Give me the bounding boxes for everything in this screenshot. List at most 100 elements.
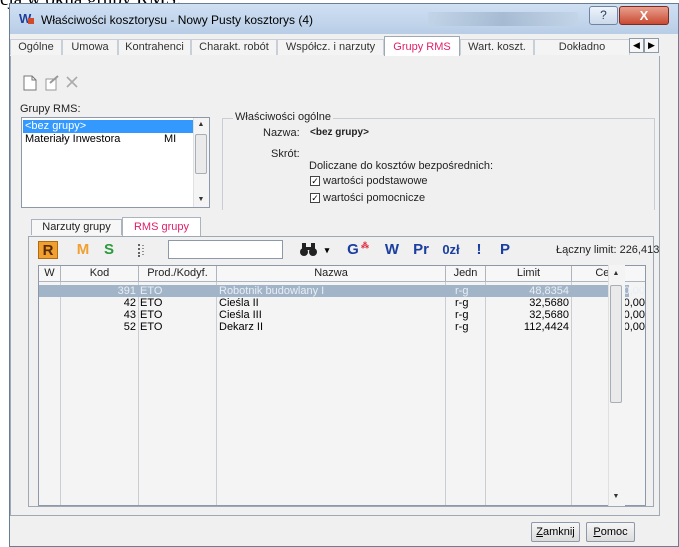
groups-scrollbar[interactable]: ▲ ▼ (193, 118, 209, 207)
scroll-down-icon[interactable]: ▼ (609, 490, 623, 504)
name-value: <bez grupy> (310, 127, 369, 138)
groups-list[interactable]: <bez grupy> Materiały Inwestora MI ▲ ▼ (21, 117, 210, 208)
background-window-blur (428, 12, 578, 26)
checkbox-label-pomocnicze: wartości pomocnicze (323, 192, 426, 204)
checkbox-wartosci-podstawowe[interactable]: ✓ (310, 176, 320, 186)
scroll-down-icon[interactable]: ▼ (194, 193, 208, 207)
tab-scroll-right-icon[interactable]: ▶ (644, 38, 659, 53)
tab-narzuty-grupy[interactable]: Narzuty grupy (31, 219, 122, 235)
sort-list-icon[interactable] (135, 242, 151, 258)
cell-kod: 42 (123, 297, 136, 309)
group-item-bez-grupy[interactable]: <bez grupy> (23, 120, 194, 133)
checkbox-wartosci-pomocnicze[interactable]: ✓ (310, 193, 320, 203)
tab-charakt-robot[interactable]: Charakt. robót (191, 39, 277, 55)
tab-ogolne[interactable]: Ogólne (10, 39, 62, 55)
window-title: Właściwości kosztorysu - Nowy Pusty kosz… (41, 13, 314, 27)
cell-limit: 112,4424 (523, 321, 569, 333)
cell-prod: ETO (140, 309, 163, 321)
cell-cena: 0,00 (623, 285, 645, 297)
search-input[interactable] (168, 240, 283, 259)
tab-rms-grupy[interactable]: RMS grupy (122, 217, 201, 236)
group-item-name: Materiały Inwestora (25, 133, 121, 145)
cell-nazwa: Cieśla II (219, 297, 259, 309)
table-row[interactable]: 52 ETO Dekarz II r-g 112,4424 0,00 (39, 321, 645, 333)
group-item-materialy-inwestora[interactable]: Materiały Inwestora MI (23, 133, 194, 146)
general-properties-legend: Właściwości ogólne (233, 111, 333, 123)
cell-jedn: r-g (455, 297, 469, 309)
cell-nazwa: Robotnik budowlany I (219, 285, 325, 297)
cell-nazwa: Cieśla III (219, 309, 262, 321)
cell-cena: 0,00 (623, 321, 645, 333)
table-row[interactable]: 391 ETO Robotnik budowlany I r-g 48,8354… (39, 285, 645, 297)
exclamation-button[interactable]: ! (474, 241, 484, 259)
rms-table: W Kod Prod./Kodyf. Nazwa Jedn Limit Cena… (38, 265, 646, 506)
cell-nazwa: Dekarz II (219, 321, 264, 333)
checkbox-label-podstawowe: wartości podstawowe (323, 175, 428, 187)
col-header-kod[interactable]: Kod (61, 266, 139, 282)
cell-limit: 32,5680 (529, 297, 569, 309)
name-label: Nazwa: (263, 127, 300, 139)
scroll-thumb[interactable] (195, 134, 207, 174)
main-tab-strip: Ogólne Umowa Kontrahenci Charakt. robót … (10, 36, 660, 57)
pr-button[interactable]: Pr (408, 241, 434, 259)
scroll-up-icon[interactable]: ▲ (194, 118, 208, 132)
w-button[interactable]: W (382, 241, 402, 259)
delete-icon[interactable] (64, 75, 80, 91)
zero-price-button[interactable]: 0zł (435, 241, 467, 259)
col-header-jedn[interactable]: Jedn (446, 266, 486, 282)
tab-umowa[interactable]: Umowa (62, 39, 118, 55)
cell-kod: 52 (123, 321, 136, 333)
cell-kod: 391 (117, 285, 136, 297)
group-item-name: <bez grupy> (25, 120, 87, 132)
edit-document-icon[interactable] (44, 75, 60, 91)
tab-dokladnosc[interactable]: Dokładno (534, 39, 630, 55)
filter-r-button[interactable]: R (38, 241, 58, 259)
filter-s-button[interactable]: S (100, 241, 118, 259)
cell-prod: ETO (140, 321, 163, 333)
tab-wspolcz-narzuty[interactable]: Współcz. i narzuty (277, 39, 384, 55)
cell-prod: ETO (140, 285, 163, 297)
tab-grupy-rms[interactable]: Grupy RMS (384, 36, 460, 57)
total-limit-label: Łączny limit: 226,413 (556, 244, 660, 256)
help-button[interactable]: ? (589, 6, 618, 25)
p-button[interactable]: P (497, 241, 513, 259)
tab-wart-koszt[interactable]: Wart. koszt. (460, 39, 534, 55)
groups-label: Grupy RMS: (20, 103, 81, 115)
dropdown-arrow-icon[interactable]: ▾ (322, 241, 332, 259)
group-item-abbr: MI (164, 133, 177, 145)
table-row[interactable]: 43 ETO Cieśla III r-g 32,5680 0,00 (39, 309, 645, 321)
scroll-up-icon[interactable]: ▲ (609, 267, 623, 281)
help-accelerator: P (593, 526, 601, 538)
cell-limit: 48,8354 (529, 285, 569, 297)
title-bar: W Właściwości kosztorysu - Nowy Pusty ko… (10, 4, 678, 34)
table-scrollbar[interactable]: ▲ ▼ (608, 265, 625, 506)
close-button[interactable]: Zamknij (531, 522, 580, 542)
cell-cena: 0,00 (623, 297, 645, 309)
cell-limit: 32,5680 (529, 309, 569, 321)
col-header-w[interactable]: W (39, 266, 61, 282)
close-label: amknij (542, 526, 575, 538)
help-label: omoc (600, 526, 628, 538)
cell-jedn: r-g (455, 309, 469, 321)
cell-kod: 43 (123, 309, 136, 321)
binoculars-icon[interactable] (298, 241, 320, 259)
tab-kontrahenci[interactable]: Kontrahenci (118, 39, 191, 55)
help-dialog-button[interactable]: Pomoc (586, 522, 635, 542)
col-header-prod[interactable]: Prod./Kodyf. (139, 266, 217, 282)
group-g-badge-icon: ⁂ (361, 241, 369, 250)
new-document-icon[interactable] (22, 75, 38, 91)
filter-m-button[interactable]: M (74, 241, 92, 259)
col-header-nazwa[interactable]: Nazwa (217, 266, 446, 282)
close-window-button[interactable]: X (619, 6, 669, 25)
col-header-limit[interactable]: Limit (486, 266, 572, 282)
cell-jedn: r-g (455, 285, 469, 297)
tab-scroll-left-icon[interactable]: ◀ (629, 38, 644, 53)
app-icon: W (19, 11, 35, 27)
scroll-thumb[interactable] (610, 285, 622, 403)
close-accelerator: Z (536, 526, 543, 538)
group-g-button[interactable]: G (345, 241, 361, 259)
table-row[interactable]: 42 ETO Cieśla II r-g 32,5680 0,00 (39, 297, 645, 309)
cell-cena: 0,00 (623, 309, 645, 321)
cell-prod: ETO (140, 297, 163, 309)
doliczane-label: Doliczane do kosztów bezpośrednich: (309, 160, 494, 172)
